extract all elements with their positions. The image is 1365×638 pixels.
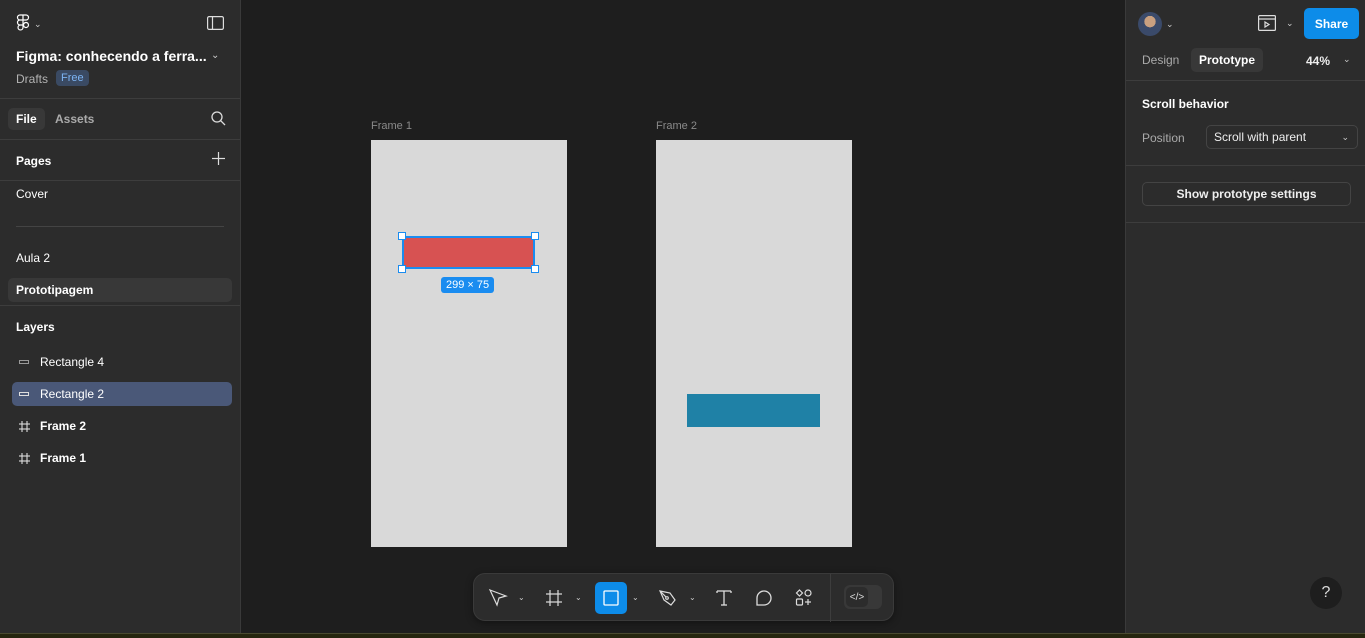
- figma-logo-icon: [16, 14, 30, 35]
- tab-design[interactable]: Design: [1134, 48, 1187, 72]
- file-location[interactable]: Drafts: [16, 72, 48, 86]
- rectangle-icon: [12, 360, 36, 364]
- chevron-down-icon[interactable]: ⌄: [632, 593, 639, 602]
- chevron-down-icon[interactable]: ⌄: [575, 593, 582, 602]
- pen-tool-button[interactable]: [656, 582, 680, 614]
- layer-name: Rectangle 2: [40, 387, 105, 401]
- move-tool-button[interactable]: [486, 582, 510, 614]
- help-button[interactable]: ?: [1310, 577, 1342, 609]
- frame-icon: [12, 420, 36, 432]
- rectangle-icon: [12, 392, 36, 396]
- tab-prototype[interactable]: Prototype: [1191, 48, 1264, 72]
- present-button[interactable]: ⌄: [1258, 15, 1294, 31]
- figma-app: ⌄ Figma: conhecendo a ferra... ⌄ Drafts …: [0, 0, 1365, 638]
- zoom-chevron-icon[interactable]: ⌄: [1343, 54, 1351, 65]
- components-icon: [795, 589, 812, 606]
- resize-handle-bottom-right[interactable]: [531, 265, 539, 273]
- search-icon: [211, 111, 226, 126]
- file-title[interactable]: Figma: conhecendo a ferra...: [16, 48, 207, 64]
- layer-frame-1[interactable]: Frame 1: [12, 446, 232, 470]
- rectangle-tool-button[interactable]: [595, 582, 627, 614]
- play-icon: [1258, 15, 1276, 31]
- plus-icon: [212, 152, 225, 165]
- share-button[interactable]: Share: [1304, 8, 1359, 39]
- resize-handle-bottom-left[interactable]: [398, 265, 406, 273]
- pages-heading: Pages: [16, 154, 52, 168]
- divider: [0, 180, 240, 181]
- toolbar-divider: [830, 574, 831, 622]
- scroll-behavior-heading: Scroll behavior: [1142, 97, 1229, 111]
- position-label: Position: [1142, 131, 1185, 145]
- selection-size-tag: 299 × 75: [441, 277, 495, 293]
- bottom-toolbar: ⌄ ⌄ ⌄ ⌄ </>: [473, 573, 894, 622]
- frame-1-label[interactable]: Frame 1: [371, 120, 412, 132]
- show-prototype-settings-button[interactable]: Show prototype settings: [1142, 182, 1351, 206]
- layer-rectangle-2[interactable]: Rectangle 2: [12, 382, 232, 406]
- text-icon: [716, 590, 732, 606]
- position-value: Scroll with parent: [1214, 130, 1307, 144]
- toggle-sidebar-button[interactable]: [207, 16, 224, 30]
- canvas[interactable]: Frame 1 299 × 75 Frame 2: [241, 0, 1125, 633]
- divider: [0, 139, 240, 140]
- page-item-cover[interactable]: Cover: [8, 182, 232, 206]
- page-item-prototipagem[interactable]: Prototipagem: [8, 278, 232, 302]
- layer-rectangle-4[interactable]: Rectangle 4: [12, 350, 232, 374]
- divider: [0, 98, 240, 99]
- rectangle-2-selected[interactable]: [402, 236, 535, 269]
- comment-tool-button[interactable]: [752, 582, 776, 614]
- file-menu-chevron-icon[interactable]: ⌄: [211, 50, 219, 61]
- dev-mode-toggle[interactable]: </>: [844, 585, 882, 609]
- layer-name: Frame 2: [40, 419, 87, 433]
- tab-file[interactable]: File: [8, 108, 45, 130]
- layer-frame-2[interactable]: Frame 2: [12, 414, 232, 438]
- chevron-down-icon: ⌄: [1166, 18, 1174, 29]
- pen-icon: [658, 590, 676, 606]
- frame-2[interactable]: [656, 140, 852, 547]
- layer-name: Frame 1: [40, 451, 87, 465]
- resize-handle-top-right[interactable]: [531, 232, 539, 240]
- plan-badge[interactable]: Free: [56, 70, 89, 86]
- bottom-strip: [0, 633, 1365, 638]
- frame-2-label[interactable]: Frame 2: [656, 120, 697, 132]
- right-panel: [1125, 0, 1365, 633]
- position-select[interactable]: Scroll with parent ⌄: [1206, 125, 1358, 149]
- layer-name: Rectangle 4: [40, 355, 105, 369]
- chevron-down-icon: ⌄: [1286, 17, 1294, 28]
- frame-icon: [546, 590, 562, 606]
- frame-icon: [12, 452, 36, 464]
- tab-assets[interactable]: Assets: [47, 108, 102, 130]
- cursor-icon: [488, 588, 508, 607]
- avatar: [1138, 12, 1162, 36]
- comment-icon: [756, 590, 772, 606]
- add-page-button[interactable]: [212, 152, 225, 165]
- divider: [0, 305, 240, 306]
- actions-tool-button[interactable]: [792, 582, 816, 614]
- zoom-level[interactable]: 44%: [1306, 54, 1330, 68]
- rectangle-4[interactable]: [687, 394, 820, 427]
- user-menu-button[interactable]: ⌄: [1138, 12, 1174, 36]
- page-item-aula-2[interactable]: Aula 2: [8, 246, 232, 270]
- left-sidebar: ⌄ Figma: conhecendo a ferra... ⌄ Drafts …: [0, 0, 241, 633]
- search-button[interactable]: [211, 111, 226, 126]
- page-divider: [16, 226, 224, 227]
- frame-tool-button[interactable]: [542, 582, 566, 614]
- code-icon: </>: [846, 587, 868, 607]
- chevron-down-icon: ⌄: [1341, 131, 1349, 142]
- divider: [1126, 165, 1365, 166]
- chevron-down-icon: ⌄: [34, 19, 42, 29]
- frame-1[interactable]: [371, 140, 567, 547]
- divider: [1126, 80, 1365, 81]
- layers-heading: Layers: [16, 320, 55, 334]
- resize-handle-top-left[interactable]: [398, 232, 406, 240]
- main-menu-button[interactable]: ⌄: [16, 14, 42, 35]
- sidebar-toggle-icon: [207, 16, 224, 30]
- text-tool-button[interactable]: [712, 582, 736, 614]
- chevron-down-icon[interactable]: ⌄: [689, 593, 696, 602]
- divider: [1126, 222, 1365, 223]
- chevron-down-icon[interactable]: ⌄: [518, 593, 525, 602]
- rectangle-icon: [603, 590, 619, 606]
